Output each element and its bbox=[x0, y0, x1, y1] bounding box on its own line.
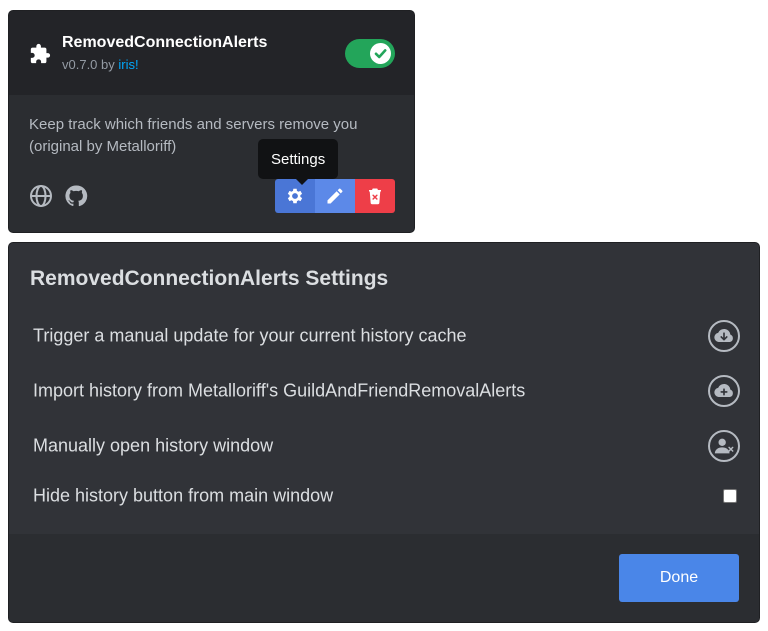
setting-row-open-history: Manually open history window bbox=[33, 426, 740, 466]
toggle-knob bbox=[370, 43, 391, 64]
plugin-card-header: RemovedConnectionAlerts v0.7.0 by iris! bbox=[9, 11, 414, 95]
checkmark-icon bbox=[374, 49, 387, 59]
github-icon[interactable] bbox=[64, 184, 88, 208]
done-button[interactable]: Done bbox=[619, 554, 739, 602]
setting-label: Hide history button from main window bbox=[33, 485, 334, 506]
plugin-meta: v0.7.0 by iris! bbox=[62, 57, 139, 72]
plugin-name: RemovedConnectionAlerts bbox=[62, 34, 268, 51]
settings-button[interactable] bbox=[275, 179, 315, 213]
hide-history-checkbox[interactable] bbox=[723, 489, 737, 503]
setting-label: Manually open history window bbox=[33, 435, 274, 456]
edit-button[interactable] bbox=[315, 179, 355, 213]
plugin-description: Keep track which friends and servers rem… bbox=[29, 116, 358, 155]
plugin-enable-toggle[interactable] bbox=[345, 39, 395, 68]
setting-row-manual-update: Trigger a manual update for your current… bbox=[33, 316, 740, 356]
puzzle-icon bbox=[30, 43, 51, 64]
plugin-author-link[interactable]: iris! bbox=[118, 57, 138, 72]
cloud-download-icon[interactable] bbox=[708, 320, 740, 352]
setting-label: Import history from Metalloriff's GuildA… bbox=[33, 380, 526, 401]
modal-title: RemovedConnectionAlerts Settings bbox=[30, 267, 389, 290]
trash-icon bbox=[369, 188, 381, 205]
plugin-by: by bbox=[101, 57, 115, 72]
user-remove-icon[interactable] bbox=[708, 430, 740, 462]
plugin-card: RemovedConnectionAlerts v0.7.0 by iris! … bbox=[8, 10, 415, 233]
setting-row-hide-history-button: Hide history button from main window bbox=[33, 476, 737, 516]
plugin-version: v0.7.0 bbox=[62, 57, 98, 72]
modal-footer: Done bbox=[9, 534, 759, 622]
gear-icon bbox=[287, 188, 303, 204]
delete-button[interactable] bbox=[355, 179, 395, 213]
cloud-upload-icon[interactable] bbox=[708, 375, 740, 407]
globe-icon[interactable] bbox=[29, 184, 53, 208]
pencil-icon bbox=[327, 188, 343, 204]
setting-label: Trigger a manual update for your current… bbox=[33, 325, 467, 346]
plugin-action-buttons bbox=[275, 179, 395, 213]
setting-row-import-history: Import history from Metalloriff's GuildA… bbox=[33, 371, 740, 411]
settings-tooltip: Settings bbox=[258, 139, 339, 185]
settings-modal: RemovedConnectionAlerts Settings Trigger… bbox=[8, 242, 760, 623]
